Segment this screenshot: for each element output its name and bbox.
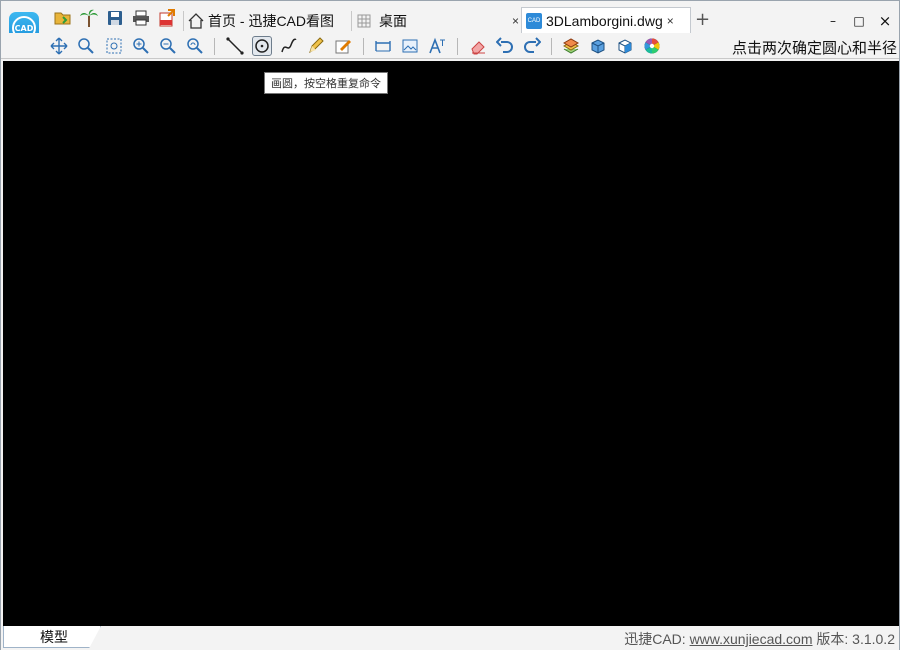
undo-icon[interactable]	[495, 36, 515, 56]
layers-icon[interactable]	[561, 36, 581, 56]
zoom-extents-icon[interactable]	[104, 36, 124, 56]
tab-desktop[interactable]: 桌面 ×	[357, 7, 523, 34]
new-tab-button[interactable]: +	[695, 9, 710, 30]
status-info: 迅捷CAD: www.xunjiecad.com 版本: 3.1.0.2	[624, 629, 895, 649]
model-tab-label: 模型	[40, 629, 68, 646]
palm-tree-icon[interactable]	[79, 8, 99, 28]
color-wheel-icon[interactable]	[642, 36, 662, 56]
tab-desktop-close-icon[interactable]: ×	[512, 14, 519, 28]
app-window: CAD 首页 - 迅捷CAD看图 桌面 × CAD 3DLamborgini.d…	[0, 0, 900, 650]
pencil-tool-icon[interactable]	[306, 36, 326, 56]
pan-icon[interactable]	[49, 36, 69, 56]
tab-desktop-label: 桌面	[379, 12, 407, 29]
title-bar: 首页 - 迅捷CAD看图 桌面 × CAD 3DLamborgini.dwg ×…	[47, 5, 899, 34]
export-pdf-icon[interactable]	[157, 8, 177, 28]
toolbar-separator	[214, 38, 215, 55]
tab-3dlamborgini[interactable]: CAD 3DLamborgini.dwg ×	[521, 7, 691, 34]
spline-tool-icon[interactable]	[279, 36, 299, 56]
open-file-icon[interactable]	[53, 8, 73, 28]
zoom-previous-icon[interactable]	[185, 36, 205, 56]
zoom-window-icon[interactable]	[76, 36, 96, 56]
measure-icon[interactable]	[373, 36, 393, 56]
tab-home-label: 首页 - 迅捷CAD看图	[208, 12, 334, 29]
line-tool-icon[interactable]	[225, 36, 245, 56]
zoom-in-icon[interactable]	[131, 36, 151, 56]
image-icon[interactable]	[400, 36, 420, 56]
circle-tool-icon[interactable]	[252, 36, 272, 56]
zoom-out-icon[interactable]	[158, 36, 178, 56]
redo-icon[interactable]	[522, 36, 542, 56]
tab-separator	[351, 11, 352, 31]
model-tab[interactable]: 模型	[3, 626, 101, 648]
tab-3dlamborgini-close-icon[interactable]: ×	[667, 14, 674, 28]
text-tool-icon[interactable]	[427, 36, 447, 56]
tab-home[interactable]: 首页 - 迅捷CAD看图	[187, 7, 347, 34]
close-button[interactable]: ×	[875, 11, 895, 31]
minimize-button[interactable]: –	[823, 11, 843, 31]
home-icon	[188, 12, 204, 29]
brand-label: 迅捷CAD:	[624, 631, 686, 647]
save-icon[interactable]	[105, 8, 125, 28]
3d-box-icon[interactable]	[615, 36, 635, 56]
tab-separator	[183, 11, 184, 31]
maximize-button[interactable]: □	[849, 11, 869, 31]
status-bar: 模型 迅捷CAD: www.xunjiecad.com 版本: 3.1.0.2	[1, 626, 899, 650]
toolbar-separator	[363, 38, 364, 55]
grid-icon	[357, 14, 371, 27]
circle-tool-tooltip: 画圆，按空格重复命令	[264, 72, 388, 94]
drawing-canvas[interactable]	[3, 61, 899, 626]
website-link[interactable]: www.xunjiecad.com	[690, 631, 813, 647]
cad-file-icon: CAD	[526, 13, 542, 29]
markup-tool-icon[interactable]	[333, 36, 353, 56]
tab-3dlamborgini-label: 3DLamborgini.dwg	[546, 13, 663, 29]
version-value: 3.1.0.2	[852, 631, 895, 647]
toolbar-separator	[457, 38, 458, 55]
3d-view-icon[interactable]	[588, 36, 608, 56]
eraser-icon[interactable]	[468, 36, 488, 56]
print-icon[interactable]	[131, 8, 151, 28]
command-hint: 点击两次确定圆心和半径	[731, 39, 897, 57]
version-label: 版本:	[816, 631, 849, 647]
toolbar-separator	[551, 38, 552, 55]
